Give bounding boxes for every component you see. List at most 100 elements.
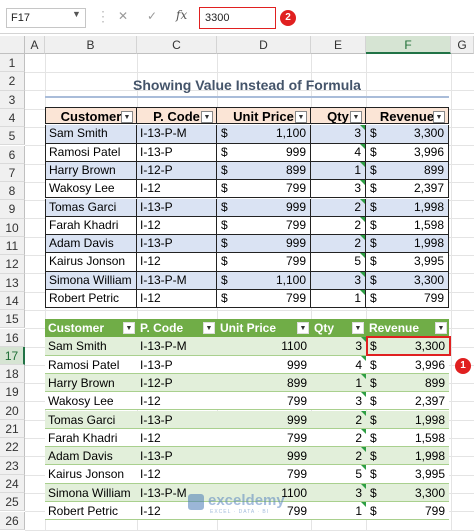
table-cell-code[interactable]: I-12 (137, 429, 217, 447)
row-header-17[interactable]: 17 (0, 346, 25, 366)
table-cell-revenue[interactable]: $899 (366, 161, 449, 181)
table-cell-price[interactable]: 799 (217, 429, 311, 447)
table-cell-customer[interactable]: Adam Davis (45, 235, 137, 254)
row-header-8[interactable]: 8 (0, 182, 25, 201)
cancel-icon[interactable]: ✕ (118, 9, 128, 23)
table-cell-price[interactable]: 1100 (217, 337, 311, 355)
table-cell-qty[interactable]: 2 (311, 447, 366, 465)
table-cell-price[interactable]: 799 (217, 392, 311, 410)
table-cell-code[interactable]: I-13-P (137, 447, 217, 465)
table-cell-customer[interactable]: Tomas Garci (45, 198, 137, 217)
table-cell-revenue[interactable]: $2,397 (366, 392, 449, 410)
table-cell-code[interactable]: I-13-P (137, 143, 217, 162)
filter-dropdown-icon[interactable]: ▼ (201, 110, 213, 123)
table-cell-qty[interactable]: 1 (311, 373, 366, 392)
table-cell-code[interactable]: I-13-P-M (137, 271, 217, 290)
table-cell-price[interactable]: 899 (217, 374, 311, 392)
table-cell-qty[interactable]: 1 (311, 290, 366, 309)
table-cell-qty[interactable]: 5 (311, 253, 366, 272)
row-header-20[interactable]: 20 (0, 401, 25, 420)
table-cell-price[interactable]: $999 (217, 235, 311, 254)
table-cell-revenue[interactable]: $1,998 (366, 447, 449, 465)
table-cell-code[interactable]: I-12 (137, 465, 217, 483)
insert-function-icon[interactable]: fx (176, 8, 187, 22)
table-cell-customer[interactable]: Adam Davis (45, 447, 137, 465)
table-cell-code[interactable]: I-12-P (137, 161, 217, 181)
table-cell-price[interactable]: $799 (217, 216, 311, 236)
table-cell-customer[interactable]: Simona William (45, 271, 137, 290)
table-cell-code[interactable]: I-12 (137, 216, 217, 236)
table-cell-customer[interactable]: Robert Petric (45, 502, 137, 520)
column-header-c[interactable]: C (137, 36, 217, 54)
filter-dropdown-icon[interactable]: ▼ (203, 322, 215, 335)
table-cell-customer[interactable]: Sam Smith (45, 337, 137, 355)
table-cell-customer[interactable]: Ramosi Patel (45, 356, 137, 374)
enter-icon[interactable]: ✓ (147, 9, 157, 23)
table-cell-code[interactable]: I-12 (137, 290, 217, 309)
table-cell-price[interactable]: 999 (217, 447, 311, 465)
filter-dropdown-icon[interactable]: ▼ (435, 322, 447, 335)
table-cell-qty[interactable]: 3 (311, 337, 366, 355)
row-header-18[interactable]: 18 (0, 365, 25, 384)
column-header-d[interactable]: D (217, 36, 311, 54)
table-cell-code[interactable]: I-13-P (137, 356, 217, 374)
table-cell-qty[interactable]: 2 (311, 410, 366, 429)
table-cell-price[interactable]: 999 (217, 411, 311, 429)
row-header-15[interactable]: 15 (0, 310, 25, 329)
table-cell-revenue[interactable]: $3,995 (366, 253, 449, 272)
table-cell-customer[interactable]: Wakosy Lee (45, 392, 137, 410)
table-cell-qty[interactable]: 4 (311, 355, 366, 374)
table-cell-revenue[interactable]: $3,300 (366, 271, 449, 290)
formula-input[interactable]: 3300 (199, 7, 276, 29)
table-cell-qty[interactable]: 2 (311, 216, 366, 236)
table-cell-customer[interactable]: Harry Brown (45, 161, 137, 181)
row-header-11[interactable]: 11 (0, 237, 25, 256)
table-cell-customer[interactable]: Wakosy Lee (45, 180, 137, 199)
table-cell-price[interactable]: 799 (217, 465, 311, 483)
row-header-6[interactable]: 6 (0, 145, 25, 164)
table-cell-customer[interactable]: Farah Khadri (45, 216, 137, 236)
table-cell-qty[interactable]: 3 (311, 180, 366, 199)
table-cell-revenue[interactable]: $2,397 (366, 180, 449, 199)
table-cell-revenue[interactable]: $3,996 (366, 356, 449, 374)
table-cell-price[interactable]: $999 (217, 198, 311, 217)
table-cell-qty[interactable]: 3 (311, 392, 366, 410)
filter-dropdown-icon[interactable]: ▼ (121, 110, 133, 123)
table-cell-price[interactable]: $999 (217, 143, 311, 162)
table-cell-revenue[interactable]: $3,300 (366, 125, 449, 144)
table-cell-customer[interactable]: Robert Petric (45, 290, 137, 309)
table-cell-code[interactable]: I-13-P (137, 235, 217, 254)
table-cell-revenue[interactable]: $1,998 (366, 411, 449, 429)
row-header-4[interactable]: 4 (0, 108, 25, 128)
row-header-10[interactable]: 10 (0, 218, 25, 237)
filter-dropdown-icon[interactable]: ▼ (352, 322, 364, 335)
table-cell-qty[interactable]: 4 (311, 143, 366, 162)
table-cell-code[interactable]: I-13-P-M (137, 125, 217, 144)
table-cell-customer[interactable]: Tomas Garci (45, 411, 137, 429)
table-cell-code[interactable]: I-12 (137, 253, 217, 272)
row-header-23[interactable]: 23 (0, 456, 25, 475)
row-header-3[interactable]: 3 (0, 90, 25, 109)
table-cell-qty[interactable]: 3 (311, 483, 366, 502)
row-header-26[interactable]: 26 (0, 511, 25, 530)
table-cell-price[interactable]: $799 (217, 180, 311, 199)
filter-dropdown-icon[interactable]: ▼ (350, 110, 362, 123)
row-header-16[interactable]: 16 (0, 328, 25, 347)
table-cell-price[interactable]: $1,100 (217, 271, 311, 290)
table-cell-customer[interactable]: Farah Khadri (45, 429, 137, 447)
table-cell-code[interactable]: I-13-P-M (137, 337, 217, 355)
table-cell-code[interactable]: I-13-P (137, 411, 217, 429)
table-cell-code[interactable]: I-12 (137, 392, 217, 410)
row-header-14[interactable]: 14 (0, 291, 25, 311)
table-cell-revenue[interactable]: $1,598 (366, 429, 449, 447)
filter-dropdown-icon[interactable]: ▼ (433, 110, 445, 123)
table-cell-customer[interactable]: Simona William (45, 484, 137, 502)
table-cell-revenue[interactable]: $799 (366, 502, 449, 520)
table-cell-qty[interactable]: 1 (311, 502, 366, 520)
table-cell-code[interactable]: I-12-P (137, 374, 217, 392)
table-cell-qty[interactable]: 3 (311, 271, 366, 290)
table-cell-price[interactable]: $799 (217, 253, 311, 272)
column-header-a[interactable]: A (25, 36, 45, 54)
row-header-12[interactable]: 12 (0, 255, 25, 274)
filter-dropdown-icon[interactable]: ▼ (297, 322, 309, 335)
